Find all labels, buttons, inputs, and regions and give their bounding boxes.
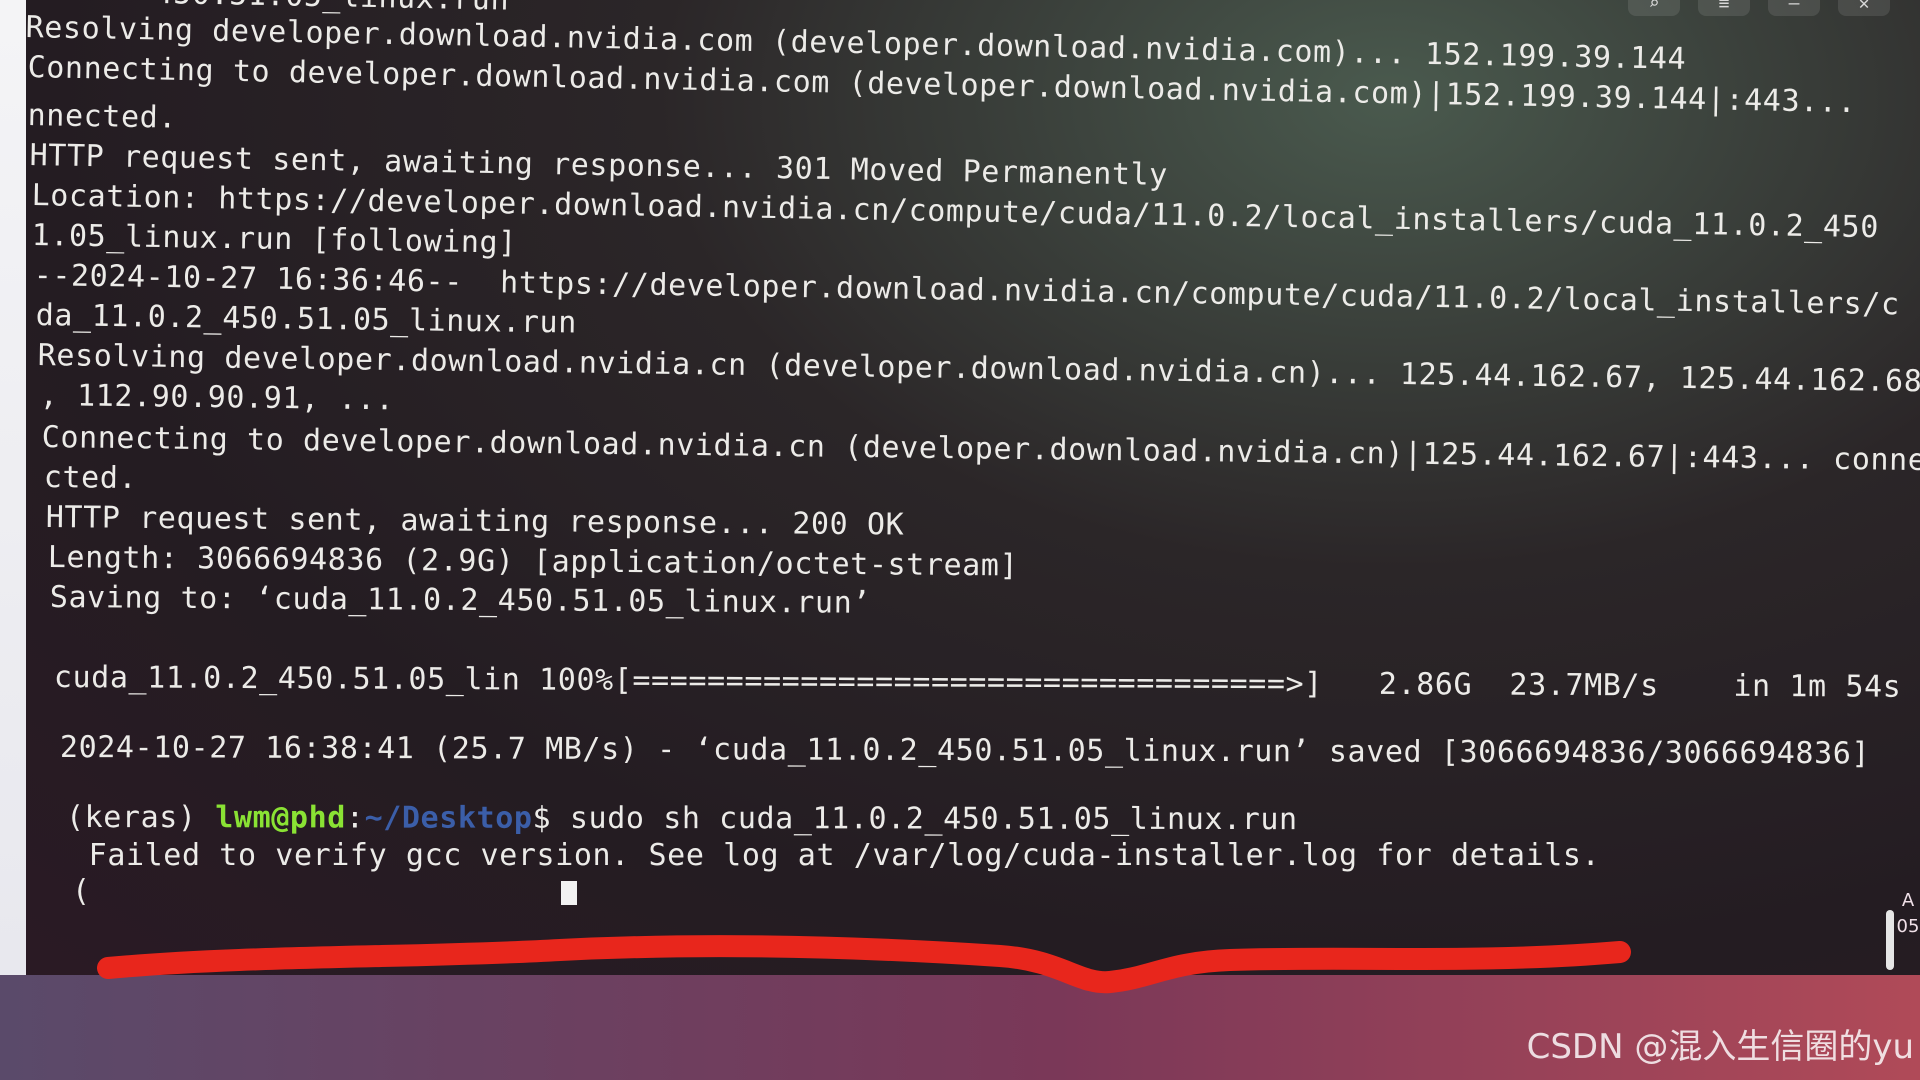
prompt-separator: : bbox=[345, 800, 365, 836]
terminal-line: Connecting to developer.download.nvidia.… bbox=[41, 420, 1920, 479]
text-cursor bbox=[560, 880, 577, 905]
command-prompt-line: (keras) lwm@phd:~/Desktop$ sudo sh cuda_… bbox=[66, 800, 1298, 838]
download-saved-line: 2024-10-27 16:38:41 (25.7 MB/s) - ‘cuda_… bbox=[59, 730, 1871, 772]
error-line: Failed to verify gcc version. See log at… bbox=[70, 838, 1601, 873]
terminal-line: da_11.0.2_450.51.05_linux.run bbox=[35, 298, 578, 341]
prompt-path: ~/Desktop bbox=[364, 800, 533, 836]
dock-clock-glimpse: A 05 bbox=[1896, 890, 1920, 937]
download-progress-line: cuda_11.0.2_450.51.05_lin 100%[=========… bbox=[53, 660, 1902, 705]
terminal-scrollbar[interactable] bbox=[1886, 910, 1894, 970]
terminal-line: Length: 3066694836 (2.9G) [application/o… bbox=[47, 540, 1019, 584]
csdn-watermark: CSDN @混入生信圈的yu bbox=[1526, 1027, 1914, 1067]
command-text: sudo sh cuda_11.0.2_450.51.05_linux.run bbox=[569, 800, 1298, 838]
prompt-open-paren: ( bbox=[72, 874, 91, 909]
terminal-line: 1.05_linux.run [following] bbox=[31, 218, 518, 261]
terminal-line: Saving to: ‘cuda_11.0.2_450.51.05_linux.… bbox=[49, 580, 872, 621]
conda-env: (keras) bbox=[65, 800, 197, 836]
terminal-output: 450.51.05_linux.run Resolving developer.… bbox=[26, 0, 1920, 975]
prompt-user-host: lwm@phd bbox=[215, 800, 346, 836]
terminal-line: HTTP request sent, awaiting response... … bbox=[45, 500, 905, 543]
prompt-symbol: $ bbox=[532, 800, 552, 836]
terminal-line: nnected. bbox=[27, 98, 178, 136]
terminal-line: , 112.90.90.91, ... bbox=[39, 378, 395, 418]
terminal-input-line[interactable]: ( bbox=[72, 874, 577, 910]
terminal-window[interactable]: ⌕ ≡ – ✕ 450.51.05_linux.run Resolving de… bbox=[26, 0, 1920, 975]
terminal-line: cted. bbox=[43, 460, 138, 496]
